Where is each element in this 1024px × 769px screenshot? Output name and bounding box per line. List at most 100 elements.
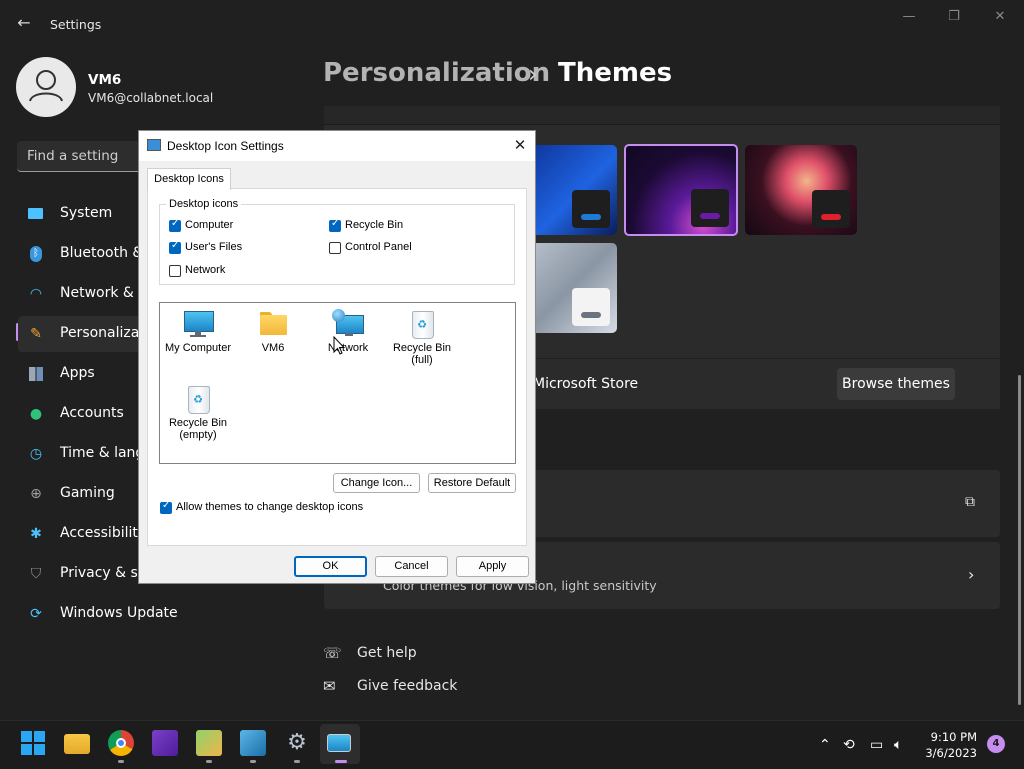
clock-icon: ◷ — [29, 446, 43, 462]
recycle-bin-checkbox[interactable] — [329, 218, 341, 232]
user-email: VM6@collabnet.local — [88, 91, 214, 105]
list-item[interactable]: My Computer — [162, 309, 234, 354]
apply-button[interactable]: Apply — [456, 556, 529, 577]
person-icon — [29, 70, 63, 102]
list-item[interactable]: ♻ Recycle Bin (full) — [386, 309, 458, 366]
title-bar — [0, 0, 1024, 48]
breadcrumb-parent[interactable]: Personalization — [323, 58, 550, 88]
cancel-button[interactable]: Cancel — [375, 556, 448, 577]
gamepad-icon: ⊕ — [30, 486, 42, 502]
get-help-link[interactable]: Get help — [357, 645, 417, 661]
apps-icon — [28, 366, 44, 382]
close-button[interactable]: ✕ — [987, 8, 1013, 26]
ok-button[interactable]: OK — [294, 556, 367, 577]
computer-checkbox[interactable] — [169, 218, 181, 232]
icon-label: Recycle Bin — [168, 417, 228, 429]
sidebar-item-label: Accessibility — [60, 525, 147, 541]
running-indicator — [118, 760, 124, 763]
scrollbar[interactable] — [1018, 375, 1021, 705]
active-indicator — [335, 760, 347, 763]
volume-icon[interactable]: 🔈︎ — [894, 737, 902, 753]
folder-icon — [257, 309, 289, 339]
group-title: Desktop icons — [166, 198, 242, 210]
windows-logo-icon — [21, 731, 45, 755]
checkbox-label: Allow themes to change desktop icons — [176, 501, 364, 513]
external-link-icon: ⧉ — [965, 494, 975, 510]
store-text: Microsoft Store — [533, 376, 639, 392]
accent-swatch — [581, 214, 601, 220]
update-icon: ⟳ — [30, 606, 42, 622]
accessibility-icon: ✱ — [30, 526, 42, 542]
sidebar-item-label: Apps — [60, 365, 95, 381]
brush-icon: ✎ — [30, 326, 42, 342]
checkbox-label: Computer — [185, 219, 234, 231]
user-app-icon[interactable] — [196, 730, 222, 756]
icon-label: Recycle Bin — [392, 342, 452, 354]
icon-list[interactable]: My Computer VM6 Network ♻ Recycle Bin (f… — [159, 302, 516, 464]
icon-label: VM6 — [261, 342, 285, 354]
chevron-up-icon[interactable]: ⌃ — [819, 737, 831, 753]
monitor-icon — [28, 206, 44, 222]
desktop-icon-settings-dialog: Desktop Icon Settings ✕ Desktop Icons De… — [138, 130, 536, 584]
minimize-button[interactable]: — — [896, 8, 922, 26]
visual-studio-icon[interactable] — [152, 730, 178, 756]
sidebar-item-label: Windows Update — [60, 605, 178, 621]
list-item[interactable]: Network — [312, 309, 384, 354]
chrome-icon[interactable] — [108, 730, 134, 756]
sidebar-item-label: Gaming — [60, 485, 115, 501]
running-indicator — [250, 760, 256, 763]
maximize-button[interactable]: ❐ — [941, 8, 967, 26]
allow-themes-checkbox[interactable] — [160, 500, 172, 514]
cursor-icon — [333, 336, 345, 355]
accent-swatch — [821, 214, 841, 220]
clock-date[interactable]: 3/6/2023 — [918, 746, 977, 760]
network-tray-icon[interactable]: ▭ — [870, 737, 883, 753]
bluetooth-icon: ᛒ — [28, 246, 44, 262]
give-feedback-link[interactable]: Give feedback — [357, 678, 457, 694]
avatar[interactable] — [16, 57, 76, 117]
icon-label: (full) — [411, 354, 433, 366]
sidebar-item-windows-update[interactable]: ⟳ Windows Update — [18, 596, 300, 632]
settings-gear-icon[interactable]: ⚙ — [284, 730, 310, 756]
restore-default-button[interactable]: Restore Default — [428, 473, 516, 493]
desktop-icon-settings-taskbar-icon — [327, 734, 351, 752]
computer-icon — [182, 309, 214, 339]
running-indicator — [294, 760, 300, 763]
network-checkbox[interactable] — [169, 265, 181, 277]
breadcrumb-separator: › — [528, 60, 538, 88]
back-arrow-icon[interactable]: ← — [14, 12, 34, 34]
sidebar-item-label: Accounts — [60, 405, 124, 421]
sidebar-item-label: System — [60, 205, 113, 221]
running-indicator — [206, 760, 212, 763]
wifi-icon: ◠ — [29, 286, 43, 302]
browse-themes-button[interactable]: Browse themes — [837, 368, 955, 400]
control-panel-checkbox[interactable] — [329, 242, 341, 254]
accent-swatch — [700, 213, 720, 219]
change-icon-button[interactable]: Change Icon... — [333, 473, 420, 493]
accent-swatch — [581, 312, 601, 318]
users-files-checkbox[interactable] — [169, 240, 181, 254]
icon-label: (empty) — [179, 429, 217, 441]
chevron-right-icon: › — [968, 565, 975, 584]
user-name: VM6 — [88, 72, 122, 88]
theme-thumbnail-flower[interactable] — [745, 145, 857, 235]
tab-desktop-icons[interactable]: Desktop Icons — [147, 168, 231, 190]
notification-badge[interactable]: 4 — [987, 735, 1005, 753]
theme-thumbnail-glow[interactable] — [624, 144, 738, 236]
list-item[interactable]: VM6 — [237, 309, 309, 354]
checkbox-label: Network — [185, 264, 226, 276]
clock-time[interactable]: 9:10 PM — [925, 730, 977, 744]
sync-icon[interactable]: ⟲ — [843, 737, 855, 753]
start-button[interactable] — [20, 730, 46, 756]
theme-panel-header — [324, 106, 1000, 125]
file-explorer-icon[interactable] — [64, 734, 90, 754]
icon-label: Network — [327, 342, 369, 354]
list-item[interactable]: ♻ Recycle Bin (empty) — [162, 384, 234, 441]
app-title: Settings — [50, 17, 102, 32]
desktop-settings-icon — [147, 139, 161, 151]
network-icon — [332, 309, 364, 339]
dialog-close-button[interactable]: ✕ — [509, 135, 531, 157]
snipping-tool-icon[interactable] — [240, 730, 266, 756]
icon-label: My Computer — [164, 342, 232, 354]
checkbox-label: Recycle Bin — [345, 219, 404, 231]
